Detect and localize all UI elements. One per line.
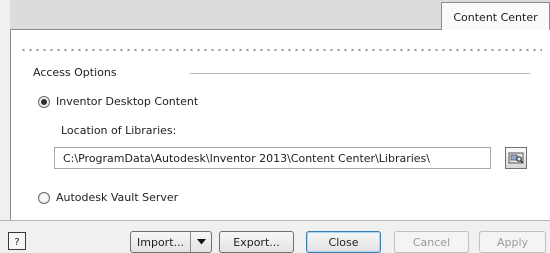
tab-content-center[interactable]: Content Center xyxy=(441,2,550,31)
apply-button[interactable]: Apply xyxy=(479,231,546,253)
help-button[interactable]: ? xyxy=(8,232,26,250)
cancel-button[interactable]: Cancel xyxy=(394,231,469,253)
group-divider xyxy=(190,73,530,74)
vault-server-label: Autodesk Vault Server xyxy=(56,191,179,204)
export-button[interactable]: Export... xyxy=(219,231,294,253)
import-dropdown-toggle[interactable] xyxy=(191,232,211,252)
close-button[interactable]: Close xyxy=(306,231,381,253)
chevron-down-icon xyxy=(196,239,206,245)
desktop-content-radio[interactable] xyxy=(38,95,50,108)
tab-content-center-label: Content Center xyxy=(453,10,538,24)
dotted-separator xyxy=(20,48,542,52)
desktop-content-option[interactable]: Inventor Desktop Content xyxy=(38,95,198,108)
import-button[interactable]: Import... xyxy=(131,232,191,252)
access-options-title: Access Options xyxy=(33,66,117,79)
tab-bar: Content Center xyxy=(10,0,550,31)
vault-server-radio[interactable] xyxy=(38,191,50,204)
question-mark-icon: ? xyxy=(14,237,19,247)
import-split-button[interactable]: Import... xyxy=(130,231,212,253)
location-label: Location of Libraries: xyxy=(61,124,177,137)
folder-browse-icon xyxy=(508,152,524,164)
import-button-label: Import... xyxy=(137,235,184,249)
radio-selected-dot xyxy=(41,98,47,105)
vault-server-option[interactable]: Autodesk Vault Server xyxy=(38,191,178,204)
desktop-content-label: Inventor Desktop Content xyxy=(56,95,199,108)
browse-button[interactable] xyxy=(505,147,527,169)
libraries-path-input[interactable] xyxy=(54,147,491,169)
svg-text:?: ? xyxy=(14,237,19,247)
